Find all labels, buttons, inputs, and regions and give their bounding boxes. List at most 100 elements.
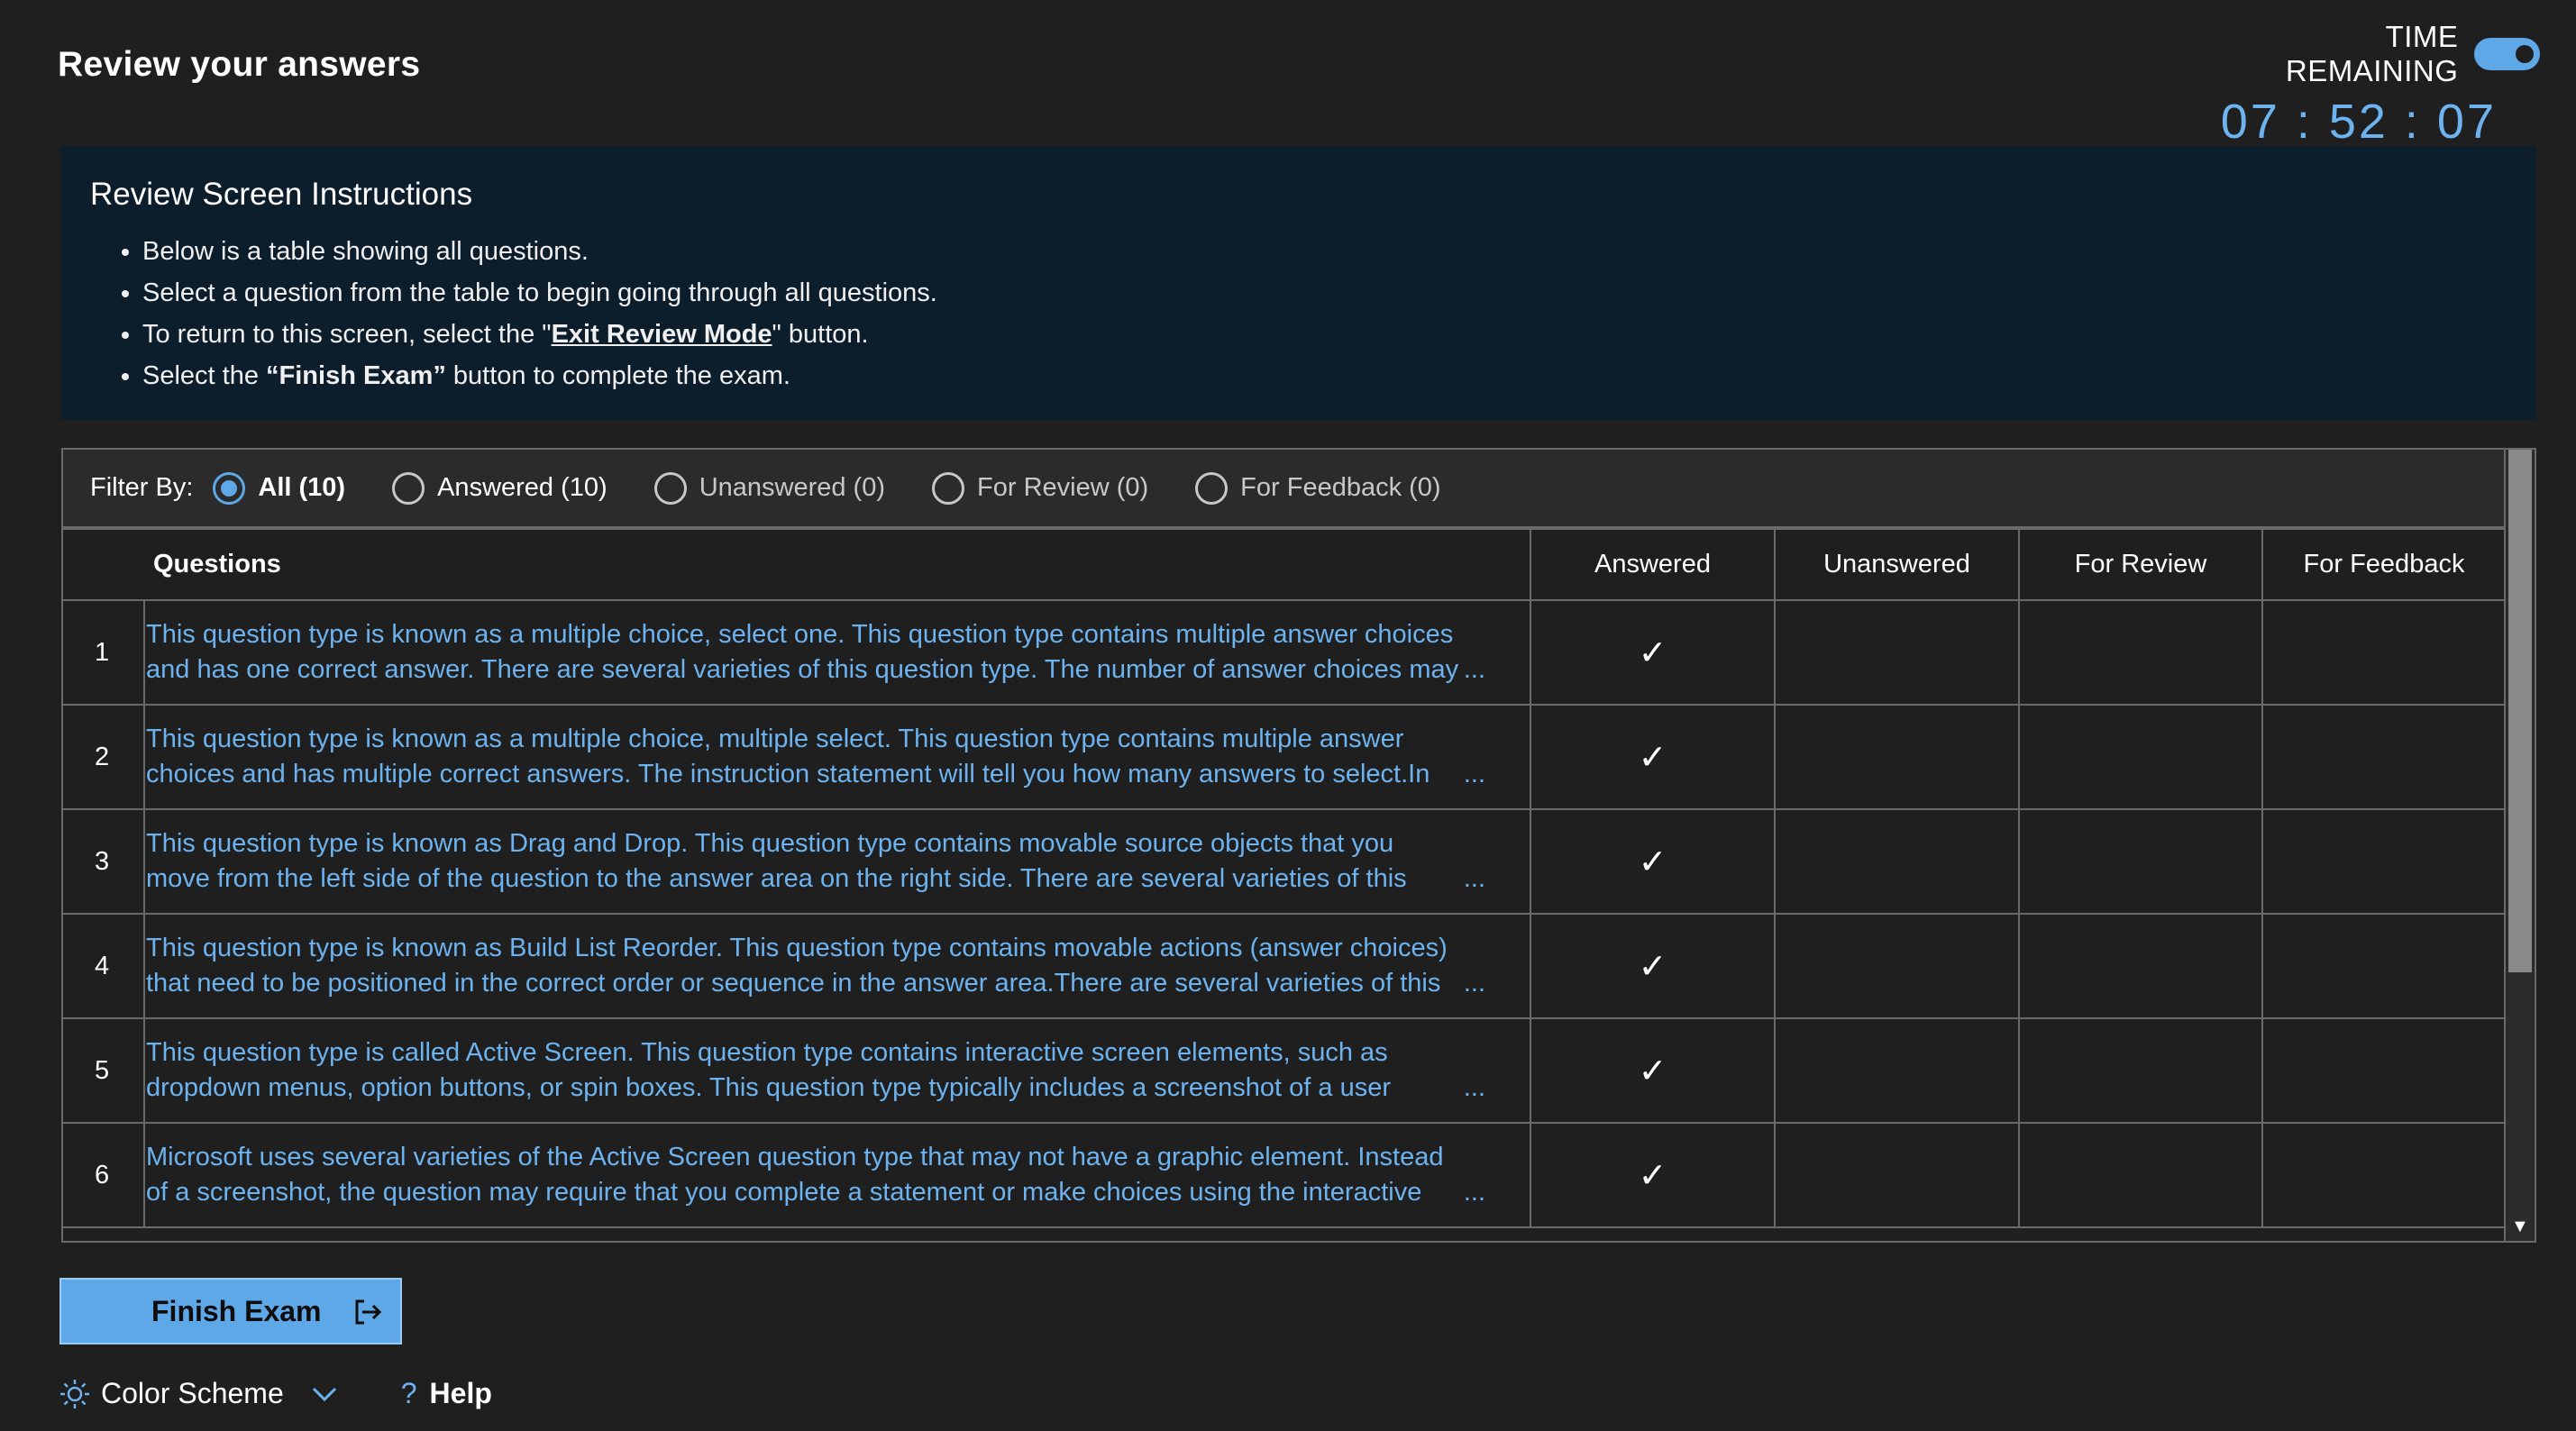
chevron-down-icon	[312, 1387, 336, 1401]
instruction-text: Select the	[142, 361, 267, 390]
question-cell[interactable]: This question type is called Active Scre…	[143, 1017, 1531, 1124]
question-line: of a screenshot, the question may requir…	[146, 1178, 1422, 1207]
table-row[interactable]: 3 This question type is known as Drag an…	[63, 808, 2507, 915]
toggle-switch-icon[interactable]	[2474, 38, 2540, 70]
instruction-text: Below is a table showing all questions.	[142, 237, 589, 266]
filter-all[interactable]: All (10)	[213, 471, 345, 505]
for-feedback-cell	[2261, 1017, 2507, 1124]
question-line: This question type is called Active Scre…	[146, 1038, 1388, 1067]
row-number-cell: 2	[63, 704, 145, 810]
for-feedback-cell	[2261, 599, 2507, 706]
unanswered-cell	[1774, 808, 2020, 915]
timer-value: 07 : 52 : 07	[2220, 95, 2497, 149]
help-button[interactable]: ? Help	[401, 1377, 492, 1410]
sun-icon	[60, 1379, 89, 1408]
instruction-item: Select the “Finish Exam” button to compl…	[142, 355, 2507, 396]
instruction-item: Below is a table showing all questions.	[142, 231, 2507, 272]
table-row[interactable]: 2 This question type is known as a multi…	[63, 704, 2507, 810]
instruction-text: To return to this screen, select the "	[142, 320, 552, 349]
question-link[interactable]: This question type is known as Drag and …	[146, 826, 1529, 897]
radio-icon[interactable]	[653, 471, 687, 505]
row-number: 5	[95, 1055, 110, 1085]
table-row[interactable]: 4 This question type is known as Build L…	[63, 913, 2507, 1019]
for-feedback-cell	[2261, 913, 2507, 1019]
question-cell[interactable]: This question type is known as a multipl…	[143, 599, 1531, 706]
filter-option-label: For Review (0)	[977, 473, 1149, 502]
question-line: This question type is known as a multipl…	[146, 620, 1454, 649]
column-header-for-review: For Review	[2018, 528, 2263, 601]
answered-cell: ✓	[1530, 913, 1776, 1019]
answered-cell: ✓	[1530, 1017, 1776, 1124]
for-feedback-cell	[2261, 1122, 2507, 1228]
question-cell[interactable]: This question type is known as a multipl…	[143, 704, 1531, 810]
question-cell[interactable]: This question type is known as Drag and …	[143, 808, 1531, 915]
for-review-cell	[2018, 704, 2263, 810]
unanswered-cell	[1774, 1017, 2020, 1124]
for-review-cell	[2018, 1017, 2263, 1124]
instructions-panel: Review Screen Instructions Below is a ta…	[61, 146, 2536, 420]
question-line: move from the left side of the question …	[146, 864, 1407, 893]
question-link[interactable]: This question type is known as a multipl…	[146, 722, 1529, 792]
instruction-item: To return to this screen, select the "Ex…	[142, 314, 2507, 355]
color-scheme-dropdown[interactable]: Color Scheme	[59, 1377, 338, 1410]
finish-exam-button[interactable]: Finish Exam	[59, 1278, 402, 1344]
table-row[interactable]: 1 This question type is known as a multi…	[63, 599, 2507, 706]
filter-for-review[interactable]: For Review (0)	[932, 471, 1149, 505]
instruction-text: button to complete the exam.	[445, 361, 790, 390]
scroll-down-arrow-icon[interactable]: ▼	[2511, 1217, 2529, 1237]
exit-review-mode-link[interactable]: Exit Review Mode	[552, 320, 772, 349]
row-number: 2	[95, 742, 110, 771]
instruction-text: Select a question from the table to begi…	[142, 278, 937, 307]
for-review-cell	[2018, 1122, 2263, 1228]
table-row[interactable]: 6 Microsoft uses several varieties of th…	[63, 1122, 2507, 1228]
timer-block: TIME REMAINING 07 : 52 : 07	[2215, 20, 2540, 150]
radio-selected-icon[interactable]	[213, 471, 246, 505]
filter-for-feedback[interactable]: For Feedback (0)	[1195, 471, 1441, 505]
for-review-cell	[2018, 913, 2263, 1019]
checkmark-icon: ✓	[1638, 1156, 1667, 1195]
question-line: This question type is known as Build Lis…	[146, 934, 1448, 962]
filter-answered[interactable]: Answered (10)	[392, 471, 607, 505]
instructions-list: Below is a table showing all questions. …	[90, 231, 2507, 396]
question-link[interactable]: This question type is known as a multipl…	[146, 617, 1529, 688]
row-number: 4	[95, 951, 110, 980]
radio-icon[interactable]	[392, 471, 425, 505]
question-line: This question type is known as a multipl…	[146, 725, 1404, 753]
help-label: Help	[429, 1377, 492, 1409]
column-header-answered: Answered	[1530, 528, 1776, 601]
column-header-unanswered: Unanswered	[1774, 528, 2020, 601]
question-line: that need to be positioned in the correc…	[146, 969, 1441, 998]
filter-option-label: For Feedback (0)	[1240, 473, 1441, 502]
for-feedback-cell	[2261, 704, 2507, 810]
ellipsis: ...	[1463, 1178, 1485, 1207]
footer-bar: Color Scheme ? Help	[59, 1377, 492, 1410]
question-line: Microsoft uses several varieties of the …	[146, 1143, 1444, 1171]
for-review-cell	[2018, 599, 2263, 706]
question-line: and has one correct answer. There are se…	[146, 655, 1459, 684]
table-row[interactable]: 5 This question type is called Active Sc…	[63, 1017, 2507, 1124]
row-number-cell: 3	[63, 808, 145, 915]
question-line: choices and has multiple correct answers…	[146, 760, 1430, 788]
instruction-item: Select a question from the table to begi…	[142, 272, 2507, 314]
for-feedback-cell	[2261, 808, 2507, 915]
for-review-cell	[2018, 808, 2263, 915]
question-cell[interactable]: This question type is known as Build Lis…	[143, 913, 1531, 1019]
answered-cell: ✓	[1530, 704, 1776, 810]
row-number-cell: 6	[63, 1122, 145, 1228]
radio-icon[interactable]	[1195, 471, 1229, 505]
answered-cell: ✓	[1530, 599, 1776, 706]
filter-bar: Filter By: All (10) Answered (10) Unansw…	[63, 450, 2506, 528]
question-cell[interactable]: Microsoft uses several varieties of the …	[143, 1122, 1531, 1228]
question-mark-icon: ?	[400, 1377, 417, 1409]
finish-exam-label: Finish Exam	[151, 1294, 322, 1327]
row-number-cell: 4	[63, 913, 145, 1019]
filter-unanswered[interactable]: Unanswered (0)	[653, 471, 885, 505]
question-link[interactable]: This question type is called Active Scre…	[146, 1035, 1529, 1106]
scrollbar-thumb[interactable]	[2508, 450, 2532, 972]
vertical-scrollbar[interactable]: ▼	[2504, 450, 2535, 1241]
ellipsis: ...	[1463, 969, 1485, 998]
radio-icon[interactable]	[932, 471, 965, 505]
checkmark-icon: ✓	[1638, 947, 1667, 986]
question-link[interactable]: This question type is known as Build Lis…	[146, 931, 1529, 1001]
question-link[interactable]: Microsoft uses several varieties of the …	[146, 1140, 1529, 1210]
